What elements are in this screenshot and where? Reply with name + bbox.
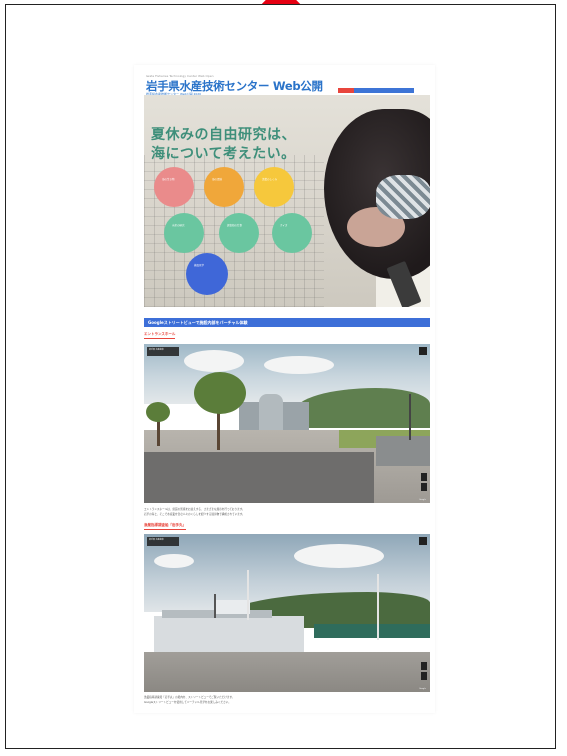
ship-hull <box>154 616 304 652</box>
road <box>144 452 374 503</box>
bubble-button-3[interactable]: 漁業のしくみ <box>254 167 294 207</box>
header-tab-red[interactable] <box>338 88 354 93</box>
ship-mast <box>247 570 249 620</box>
street-view-footer: Google <box>418 688 426 690</box>
water <box>314 624 430 638</box>
hero-scarf <box>376 175 430 219</box>
zoom-out-icon[interactable] <box>421 483 427 491</box>
bubble-label: 施設見学 <box>194 264 205 267</box>
hero-title: 夏休みの自由研究は、 海について考えたい。 <box>151 127 296 162</box>
ship-cabin <box>214 600 250 614</box>
caption-line: 岩手の海と、そこで水産業を営む人々のくらしを紹介する展示物で構成されています。 <box>144 513 245 516</box>
bubble-button-5[interactable]: 調査船の仕事 <box>219 213 259 253</box>
bubble-label: 水産の研究 <box>172 224 185 227</box>
tree <box>194 372 246 414</box>
street-view-label[interactable]: 岩手県 水産技術 <box>147 347 179 356</box>
pier-ground <box>144 652 430 692</box>
web-page-thumbnail: Iwate Fisheries Technology Center Web Op… <box>134 65 435 713</box>
cloud <box>184 350 244 372</box>
street-view-footer: Google <box>418 499 426 501</box>
bubble-label: クイズ <box>280 224 288 227</box>
hero-banner: 夏休みの自由研究は、 海について考えたい。 海の生き物 海の環境 漁業のしくみ … <box>144 95 430 307</box>
subheading-ship: 漁業指導調査船「岩手丸」 <box>144 523 186 530</box>
zoom-in-icon[interactable] <box>421 473 427 481</box>
bubble-label: 調査船の仕事 <box>227 224 243 227</box>
caption-ship: 漁業指導調査船「岩手丸」の船内を、ストリートビューでご覧いただけます。 Goog… <box>144 695 430 705</box>
zoom-out-icon[interactable] <box>421 672 427 680</box>
subheading-entrance: エントランスホール <box>144 332 176 339</box>
bubble-button-1[interactable]: 海の生き物 <box>154 167 194 207</box>
caption-line: Googleストリートビューを使用してバーチャル見学をお楽しみください。 <box>144 701 231 704</box>
caption-entrance: エントランスホールは、県民の皆様をお迎えする、さまざまな展示を行っております。 … <box>144 507 430 517</box>
bubble-button-6[interactable]: クイズ <box>272 213 312 253</box>
street-view-label[interactable]: 岩手県 水産技術 <box>147 537 179 546</box>
fullscreen-icon[interactable] <box>419 347 427 355</box>
bubble-button-2[interactable]: 海の環境 <box>204 167 244 207</box>
cloud <box>154 554 194 568</box>
building-tower <box>259 394 283 430</box>
tree <box>146 402 170 422</box>
bubble-label: 漁業のしくみ <box>262 178 278 181</box>
cloud <box>264 356 334 374</box>
section-heading-bar: Googleストリートビューで施設内部をバーチャル体験 <box>144 318 430 327</box>
header-tab-blue[interactable] <box>354 88 414 93</box>
fullscreen-icon[interactable] <box>419 537 427 545</box>
cloud <box>294 544 384 568</box>
bubble-label: 海の生き物 <box>162 178 175 181</box>
street-lamp <box>409 394 411 440</box>
bubble-label: 海の環境 <box>212 178 223 181</box>
street-view-ship[interactable]: 岩手県 水産技術 Google <box>144 534 430 692</box>
zoom-in-icon[interactable] <box>421 662 427 670</box>
wall <box>376 436 430 466</box>
document-frame: Iwate Fisheries Technology Center Web Op… <box>5 4 556 749</box>
header-tabs <box>338 88 414 93</box>
ship-mast <box>214 594 216 618</box>
street-view-entrance[interactable]: 岩手県 水産技術 Google <box>144 344 430 503</box>
bubble-button-7[interactable]: 施設見学 <box>186 253 228 295</box>
ship-mast <box>377 574 379 640</box>
bubble-button-4[interactable]: 水産の研究 <box>164 213 204 253</box>
